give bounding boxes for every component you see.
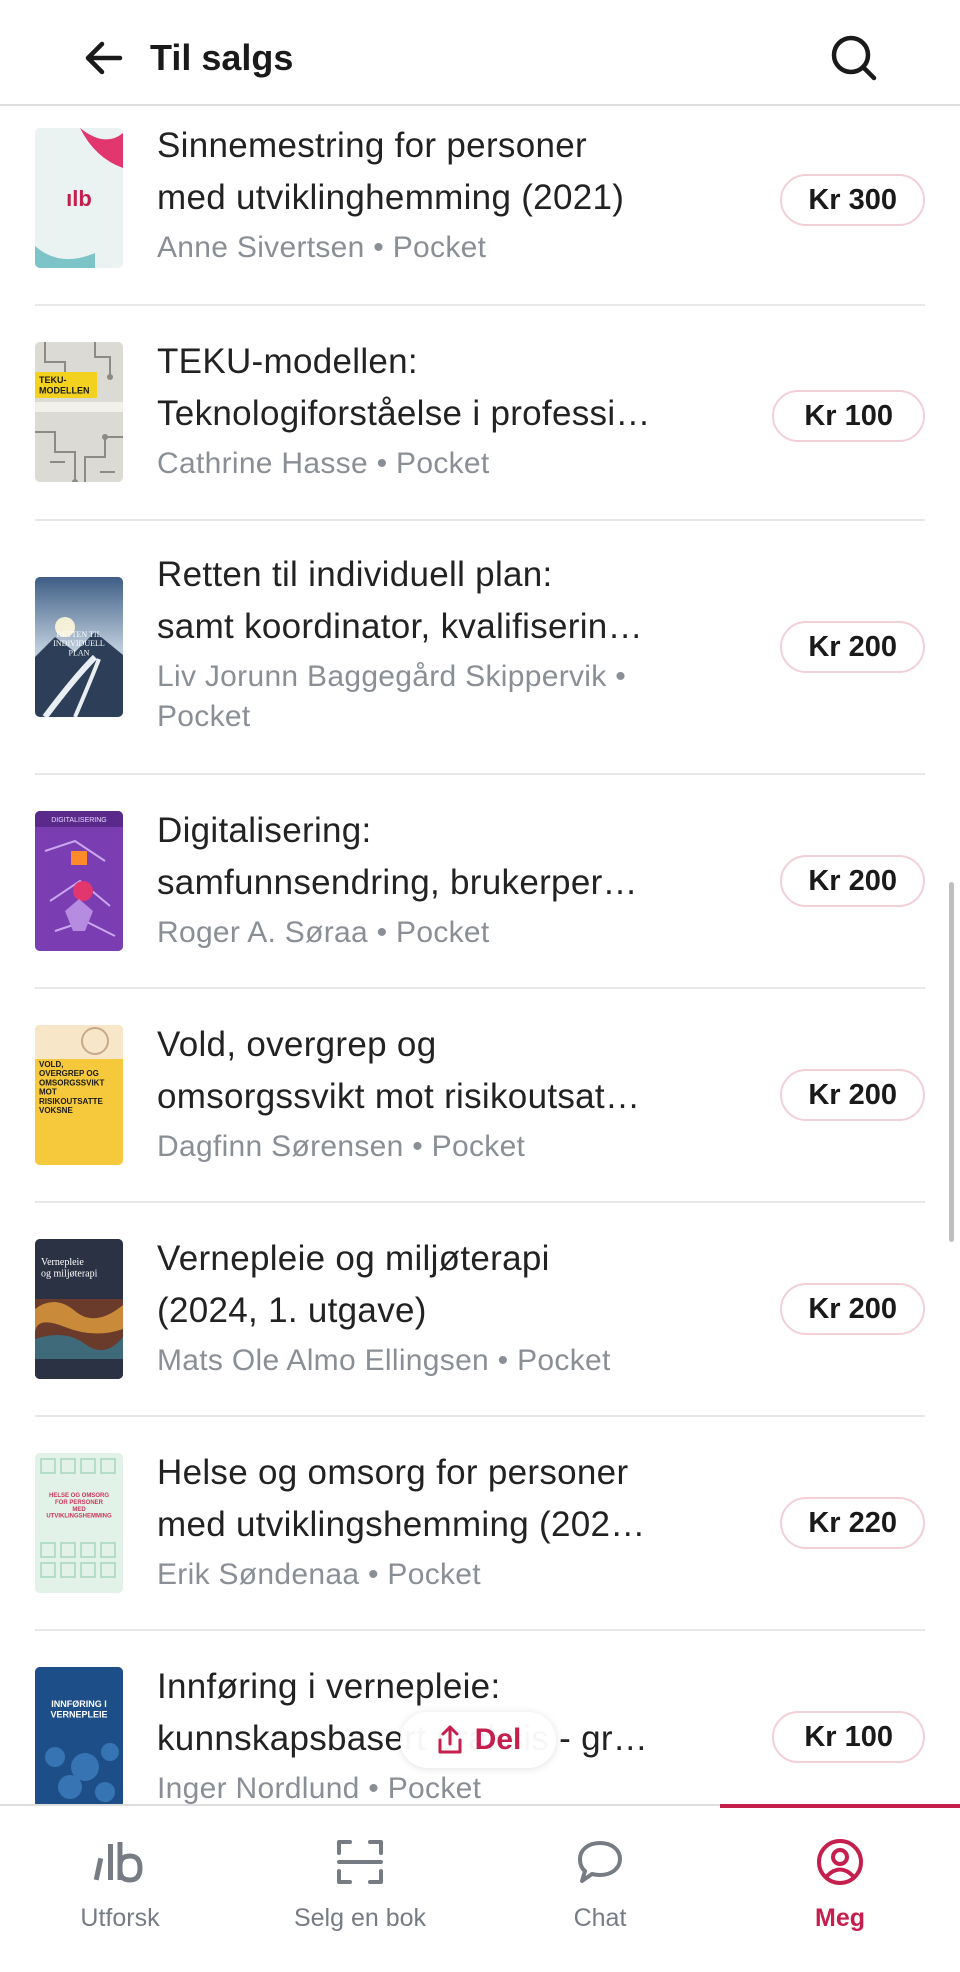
book-title: Teknologiforståelse i professi… (157, 394, 651, 433)
ilb-logo-icon (0, 1836, 240, 1888)
book-meta: Anne Sivertsen • Pocket (157, 231, 487, 264)
price-badge[interactable]: Kr 200 (780, 855, 925, 907)
book-title: Vernepleie og miljøterapi (157, 1239, 550, 1278)
cover-title: DIGITALISERING (51, 817, 107, 824)
back-arrow-icon[interactable] (78, 32, 130, 84)
book-cover: Vernepleie og miljøterapi (35, 1239, 123, 1379)
nav-label: Chat (573, 1904, 627, 1932)
share-icon (438, 1725, 462, 1754)
book-title: samfunnsendring, brukerper… (157, 863, 638, 902)
book-title: samt koordinator, kvalifiserin… (157, 607, 643, 646)
book-title: med utviklingshemming (202… (157, 1505, 646, 1544)
book-meta: Pocket (157, 700, 251, 733)
list-item[interactable]: DIGITALISERING Digitalisering: samfunnse… (35, 775, 925, 989)
book-title: Digitalisering: (157, 811, 372, 850)
book-title: TEKU-modellen: (157, 342, 418, 381)
book-meta: Inger Nordlund • Pocket (157, 1772, 482, 1804)
list-item[interactable]: HELSE OG OMSORG FOR PERSONER MED UTVIKLINGS… (35, 1417, 925, 1631)
price-badge[interactable]: Kr 220 (780, 1497, 925, 1549)
book-cover: VOLD, OVERGREP OG OMSORGSSVIKT MOT RISIKOUTS… (35, 1025, 123, 1165)
list-item[interactable]: RETTEN TIL INDIVIDUELL PLAN Retten til ind… (35, 521, 925, 775)
book-meta: Erik Søndenaa • Pocket (157, 1558, 481, 1591)
book-cover: TEKU-MODELLEN (35, 342, 123, 482)
book-meta: Mats Ole Almo Ellingsen • Pocket (157, 1344, 611, 1377)
cover-logo: ılb (66, 186, 92, 211)
book-title: Innføring i vernepleie: (157, 1667, 501, 1706)
nav-label: Meg (815, 1904, 865, 1932)
nav-label: Selg en bok (293, 1904, 427, 1932)
list-item[interactable]: ılb Sinnemestring for personer med utvik… (35, 106, 925, 306)
for-sale-list[interactable]: ılb Sinnemestring for personer med utvik… (0, 106, 960, 1804)
book-title: med utviklinghemming (2021) (157, 178, 625, 217)
price-badge[interactable]: Kr 200 (780, 1283, 925, 1335)
book-cover: INNFØRING I VERNEPLEIE (35, 1667, 123, 1804)
nav-item-chat[interactable]: Chat (480, 1806, 720, 1972)
book-meta: Roger A. Søraa • Pocket (157, 916, 490, 949)
price-badge[interactable]: Kr 100 (772, 390, 925, 442)
book-title: Vold, overgrep og (157, 1025, 437, 1064)
book-meta: Cathrine Hasse • Pocket (157, 447, 490, 480)
page-title: Til salgs (150, 37, 294, 78)
nav-item-selg-en-bok[interactable]: Selg en bok (240, 1806, 480, 1972)
list-item[interactable]: TEKU-MODELLEN TEKU-modellen: Teknologifo… (35, 306, 925, 521)
top-app-bar: Til salgs (0, 0, 960, 106)
nav-item-meg[interactable]: Meg (720, 1804, 960, 1972)
bottom-navigation: Utforsk Selg en bok Chat Meg (0, 1804, 960, 1972)
price-badge[interactable]: Kr 200 (780, 621, 925, 673)
book-title: Helse og omsorg for personer (157, 1453, 629, 1492)
price-badge[interactable]: Kr 200 (780, 1069, 925, 1121)
scan-icon (240, 1836, 480, 1888)
list-item[interactable]: VOLD, OVERGREP OG OMSORGSSVIKT MOT RISIKOUTS… (35, 989, 925, 1203)
book-meta: Liv Jorunn Baggegård Skippervik • (157, 660, 626, 693)
share-label: Del (474, 1723, 522, 1756)
book-cover: RETTEN TIL INDIVIDUELL PLAN (35, 577, 123, 717)
nav-item-utforsk[interactable]: Utforsk (0, 1806, 240, 1972)
price-badge[interactable]: Kr 300 (780, 174, 925, 226)
profile-icon (720, 1836, 960, 1888)
book-title: omsorgssvikt mot risikoutsat… (157, 1077, 641, 1116)
book-cover: HELSE OG OMSORG FOR PERSONER MED UTVIKLINGS… (35, 1453, 123, 1593)
cover-title: INNFØRING I VERNEPLEIE (50, 1699, 107, 1719)
share-button[interactable]: Del (400, 1712, 556, 1768)
scrollbar-thumb[interactable] (949, 882, 954, 1242)
book-meta: Dagfinn Sørensen • Pocket (157, 1130, 526, 1163)
book-cover: DIGITALISERING (35, 811, 123, 951)
book-cover: ılb (35, 128, 123, 268)
book-title: Retten til individuell plan: (157, 555, 553, 594)
book-title: (2024, 1. utgave) (157, 1291, 427, 1330)
price-badge[interactable]: Kr 100 (772, 1711, 925, 1763)
nav-label: Utforsk (80, 1904, 160, 1932)
list-item[interactable]: Vernepleie og miljøterapi Vernepleie og m… (35, 1203, 925, 1417)
chat-bubble-icon (480, 1836, 720, 1888)
search-icon[interactable] (826, 30, 882, 86)
book-title: Sinnemestring for personer (157, 126, 587, 165)
